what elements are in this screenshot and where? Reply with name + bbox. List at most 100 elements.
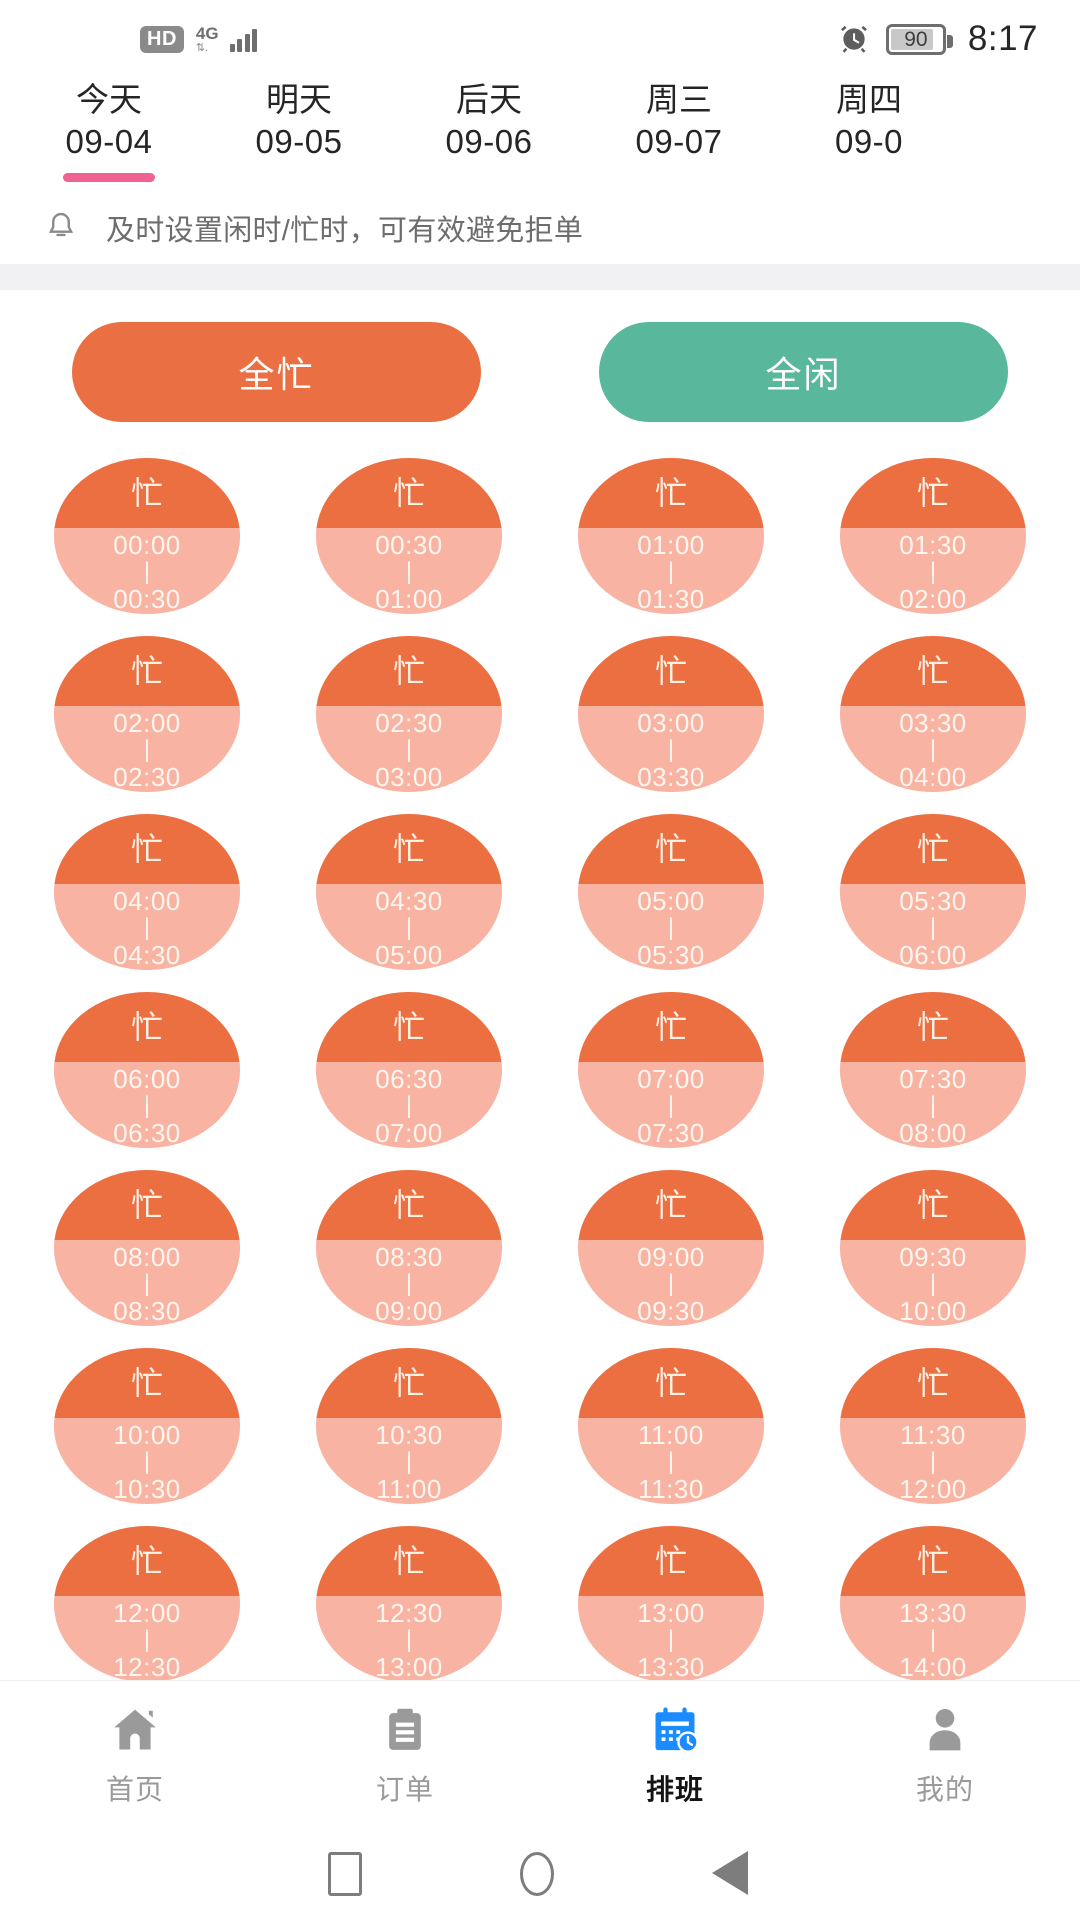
- time-slot-start: 03:00: [637, 707, 705, 738]
- time-slot-status-label: 忙: [130, 474, 163, 511]
- time-slot-status: 忙: [840, 636, 1026, 706]
- time-slot[interactable]: 忙 03:30 | 04:00: [840, 636, 1026, 792]
- date-tab-name: 周三: [646, 81, 712, 118]
- time-slot[interactable]: 忙 04:00 | 04:30: [54, 814, 240, 970]
- time-slot[interactable]: 忙 02:30 | 03:00: [316, 636, 502, 792]
- time-slot[interactable]: 忙 05:00 | 05:30: [578, 814, 764, 970]
- time-slot[interactable]: 忙 12:00 | 12:30: [54, 1526, 240, 1680]
- time-slot-start: 05:30: [899, 885, 967, 916]
- time-slot-range: 11:00 | 11:30: [578, 1417, 764, 1504]
- time-slot-status-label: 忙: [654, 1542, 687, 1579]
- back-button[interactable]: [712, 1851, 752, 1897]
- tab-calendar-clock[interactable]: 排班: [540, 1702, 810, 1808]
- time-slot[interactable]: 忙 07:30 | 08:00: [840, 992, 1026, 1148]
- time-slot[interactable]: 忙 03:00 | 03:30: [578, 636, 764, 792]
- recents-button[interactable]: [328, 1852, 362, 1896]
- battery-icon: 90: [885, 23, 953, 55]
- date-tab-09-0[interactable]: 周四 09-0: [774, 78, 964, 182]
- time-slot-range: 09:00 | 09:30: [578, 1239, 764, 1326]
- date-tab-09-04[interactable]: 今天 09-04: [14, 78, 204, 182]
- time-slot-separator: |: [143, 1447, 151, 1475]
- all-free-button[interactable]: 全闲: [599, 322, 1008, 422]
- time-slot[interactable]: 忙 11:00 | 11:30: [578, 1348, 764, 1504]
- time-slot[interactable]: 忙 10:30 | 11:00: [316, 1348, 502, 1504]
- time-slot-end: 01:00: [375, 583, 443, 614]
- time-slot-start: 10:30: [375, 1419, 443, 1450]
- tab-person[interactable]: 我的: [810, 1702, 1080, 1808]
- schedule-content: 全忙 全闲 忙 00:00 | 00:30 忙 00:30 | 01:00 忙 01:00 | 01:…: [0, 290, 1080, 1680]
- time-slot-separator: |: [143, 735, 151, 763]
- date-tab-name: 后天: [456, 81, 522, 118]
- date-tab-selected-indicator: [633, 173, 725, 182]
- time-slot[interactable]: 忙 08:30 | 09:00: [316, 1170, 502, 1326]
- time-slot[interactable]: 忙 13:30 | 14:00: [840, 1526, 1026, 1680]
- date-tab-date: 09-06: [445, 122, 533, 160]
- home-button[interactable]: [520, 1852, 554, 1896]
- time-slot[interactable]: 忙 09:00 | 09:30: [578, 1170, 764, 1326]
- time-slot-range: 04:30 | 05:00: [316, 883, 502, 970]
- time-slot[interactable]: 忙 06:00 | 06:30: [54, 992, 240, 1148]
- time-slot[interactable]: 忙 13:00 | 13:30: [578, 1526, 764, 1680]
- time-slot[interactable]: 忙 08:00 | 08:30: [54, 1170, 240, 1326]
- time-slot[interactable]: 忙 07:00 | 07:30: [578, 992, 764, 1148]
- date-tab-09-05[interactable]: 明天 09-05: [204, 78, 394, 182]
- time-slot-status-label: 忙: [392, 474, 425, 511]
- date-tab-selected-indicator: [63, 172, 155, 182]
- time-slot-status: 忙: [840, 1526, 1026, 1596]
- time-slot[interactable]: 忙 09:30 | 10:00: [840, 1170, 1026, 1326]
- tab-label: 首页: [105, 1773, 164, 1805]
- home-icon: [107, 1702, 163, 1758]
- time-slot-separator: |: [929, 1091, 937, 1119]
- android-navigation-bar[interactable]: [0, 1828, 1080, 1920]
- time-slot-status: 忙: [54, 1526, 240, 1596]
- time-slot-range: 13:00 | 13:30: [578, 1595, 764, 1680]
- time-slot-start: 02:00: [113, 707, 181, 738]
- date-tab-09-06[interactable]: 后天 09-06: [394, 78, 584, 182]
- time-slot[interactable]: 忙 05:30 | 06:00: [840, 814, 1026, 970]
- tab-clipboard[interactable]: 订单: [270, 1702, 540, 1808]
- tab-home[interactable]: 首页: [0, 1702, 270, 1808]
- time-slot-separator: |: [405, 1269, 413, 1297]
- time-slot[interactable]: 忙 01:00 | 01:30: [578, 458, 764, 614]
- time-slot-status: 忙: [840, 1170, 1026, 1240]
- date-tab-bar[interactable]: 今天 09-04 明天 09-05 后天 09-06 周三 09-07 周四 09-0: [0, 78, 1080, 192]
- time-slot-end: 12:30: [113, 1651, 181, 1680]
- time-slot[interactable]: 忙 10:00 | 10:30: [54, 1348, 240, 1504]
- time-slot-range: 04:00 | 04:30: [54, 883, 240, 970]
- time-slot-range: 03:00 | 03:30: [578, 705, 764, 792]
- time-slot-status-label: 忙: [916, 474, 949, 511]
- bottom-tab-bar[interactable]: 首页 订单 排班 我的: [0, 1680, 1080, 1828]
- all-busy-button[interactable]: 全忙: [72, 322, 481, 422]
- clipboard-icon: [377, 1702, 433, 1758]
- time-slot-status-label: 忙: [654, 1008, 687, 1045]
- time-slot-range: 12:00 | 12:30: [54, 1595, 240, 1680]
- time-slot[interactable]: 忙 04:30 | 05:00: [316, 814, 502, 970]
- time-slot-start: 04:30: [375, 885, 443, 916]
- time-slot-end: 02:00: [899, 583, 967, 614]
- time-slot-start: 06:30: [375, 1063, 443, 1094]
- time-slot-status: 忙: [578, 992, 764, 1062]
- time-slot-status: 忙: [578, 1526, 764, 1596]
- time-slot[interactable]: 忙 02:00 | 02:30: [54, 636, 240, 792]
- time-slot-status: 忙: [54, 1170, 240, 1240]
- time-slot-status-label: 忙: [392, 1542, 425, 1579]
- time-slot-start: 10:00: [113, 1419, 181, 1450]
- time-slot-start: 12:30: [375, 1597, 443, 1628]
- time-slot[interactable]: 忙 01:30 | 02:00: [840, 458, 1026, 614]
- time-slot-status-label: 忙: [916, 652, 949, 689]
- date-tab-09-07[interactable]: 周三 09-07: [584, 78, 774, 182]
- time-slot[interactable]: 忙 00:00 | 00:30: [54, 458, 240, 614]
- time-slot-status: 忙: [316, 1526, 502, 1596]
- time-slot-start: 08:00: [113, 1241, 181, 1272]
- time-slot[interactable]: 忙 00:30 | 01:00: [316, 458, 502, 614]
- time-slot[interactable]: 忙 11:30 | 12:00: [840, 1348, 1026, 1504]
- time-slot-separator: |: [143, 913, 151, 941]
- time-slot[interactable]: 忙 06:30 | 07:00: [316, 992, 502, 1148]
- time-slot-separator: |: [405, 735, 413, 763]
- time-slot-end: 11:00: [376, 1473, 442, 1504]
- time-slot-status: 忙: [54, 992, 240, 1062]
- time-slot-status-label: 忙: [654, 474, 687, 511]
- time-slot-range: 01:30 | 02:00: [840, 527, 1026, 614]
- time-slot[interactable]: 忙 12:30 | 13:00: [316, 1526, 502, 1680]
- network-type: 4G ⇅.: [196, 25, 219, 54]
